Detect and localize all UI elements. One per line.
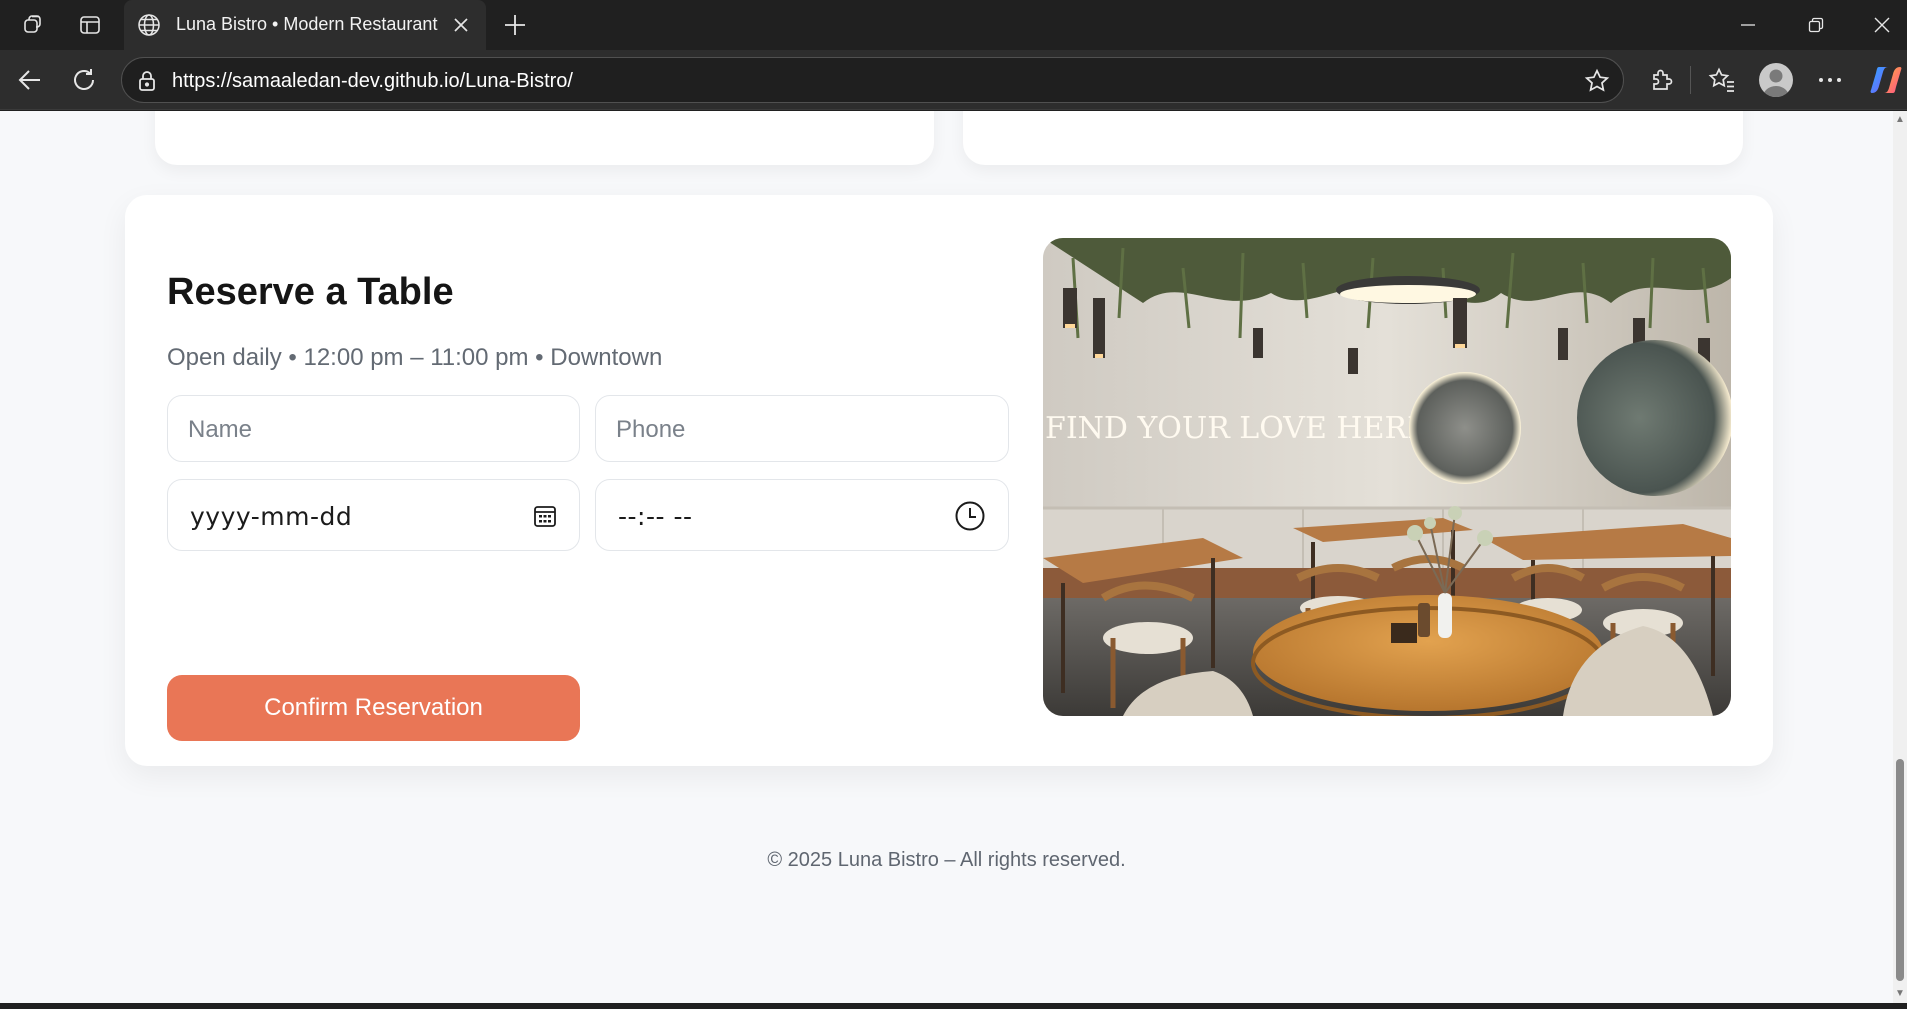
more-icon[interactable] (1814, 64, 1846, 96)
tab-actions-icon[interactable] (76, 11, 104, 39)
divider (1690, 66, 1691, 94)
page-viewport: Reserve a Table Open daily • 12:00 pm – … (0, 111, 1893, 1003)
previous-card-right (963, 111, 1743, 165)
scrollbar-thumb[interactable] (1896, 759, 1904, 981)
confirm-reservation-button[interactable]: Confirm Reservation (167, 675, 580, 741)
date-field[interactable]: yyyy-mm-dd (167, 479, 580, 551)
plus-icon[interactable] (498, 8, 532, 42)
opening-hours: Open daily • 12:00 pm – 11:00 pm • Downt… (167, 344, 663, 371)
calendar-icon[interactable] (531, 502, 559, 530)
restaurant-interior-image: FIND YOUR LOVE HERE (1043, 238, 1731, 716)
clock-icon[interactable] (954, 500, 986, 532)
back-arrow-icon[interactable] (14, 64, 46, 96)
page-scrollbar[interactable]: ▲ ▼ (1893, 111, 1907, 1003)
reservation-card: Reserve a Table Open daily • 12:00 pm – … (125, 195, 1773, 766)
scroll-up-icon[interactable]: ▲ (1895, 115, 1905, 125)
time-field[interactable]: --:-- -- (595, 479, 1009, 551)
profile-icon[interactable] (1759, 63, 1793, 97)
date-value: yyyy-mm-dd (190, 502, 353, 531)
phone-field[interactable]: Phone (595, 395, 1009, 462)
active-tab[interactable]: Luna Bistro • Modern Restaurant (124, 0, 486, 50)
neon-sign-text: FIND YOUR LOVE HERE (1045, 411, 1429, 446)
globe-icon (136, 12, 162, 38)
scroll-down-icon[interactable]: ▼ (1895, 989, 1905, 999)
address-toolbar: https://samaaledan-dev.github.io/Luna-Bi… (0, 50, 1907, 110)
close-icon[interactable] (448, 12, 474, 38)
time-value: --:-- -- (618, 502, 693, 531)
lock-icon[interactable] (134, 68, 160, 94)
window-close-icon[interactable] (1856, 0, 1907, 50)
name-placeholder: Name (188, 416, 253, 443)
star-icon[interactable] (1583, 67, 1611, 95)
window-bottom-edge (0, 1003, 1907, 1009)
refresh-icon[interactable] (68, 64, 100, 96)
phone-placeholder: Phone (616, 416, 686, 443)
previous-card-left (155, 111, 934, 165)
tab-title: Luna Bistro • Modern Restaurant (176, 14, 438, 34)
workspaces-icon[interactable] (20, 11, 48, 39)
restore-icon[interactable] (1788, 0, 1844, 50)
footer-copyright: © 2025 Luna Bistro – All rights reserved… (767, 849, 1126, 871)
address-bar[interactable]: https://samaaledan-dev.github.io/Luna-Bi… (121, 57, 1624, 103)
reservation-title: Reserve a Table (167, 271, 454, 313)
name-field[interactable]: Name (167, 395, 580, 462)
puzzle-icon[interactable] (1646, 64, 1678, 96)
tab-strip: Luna Bistro • Modern Restaurant (0, 0, 1907, 50)
copilot-icon[interactable] (1868, 62, 1904, 98)
url-text[interactable]: https://samaaledan-dev.github.io/Luna-Bi… (172, 70, 573, 93)
minimize-icon[interactable] (1720, 0, 1776, 50)
favorites-icon[interactable] (1706, 64, 1738, 96)
